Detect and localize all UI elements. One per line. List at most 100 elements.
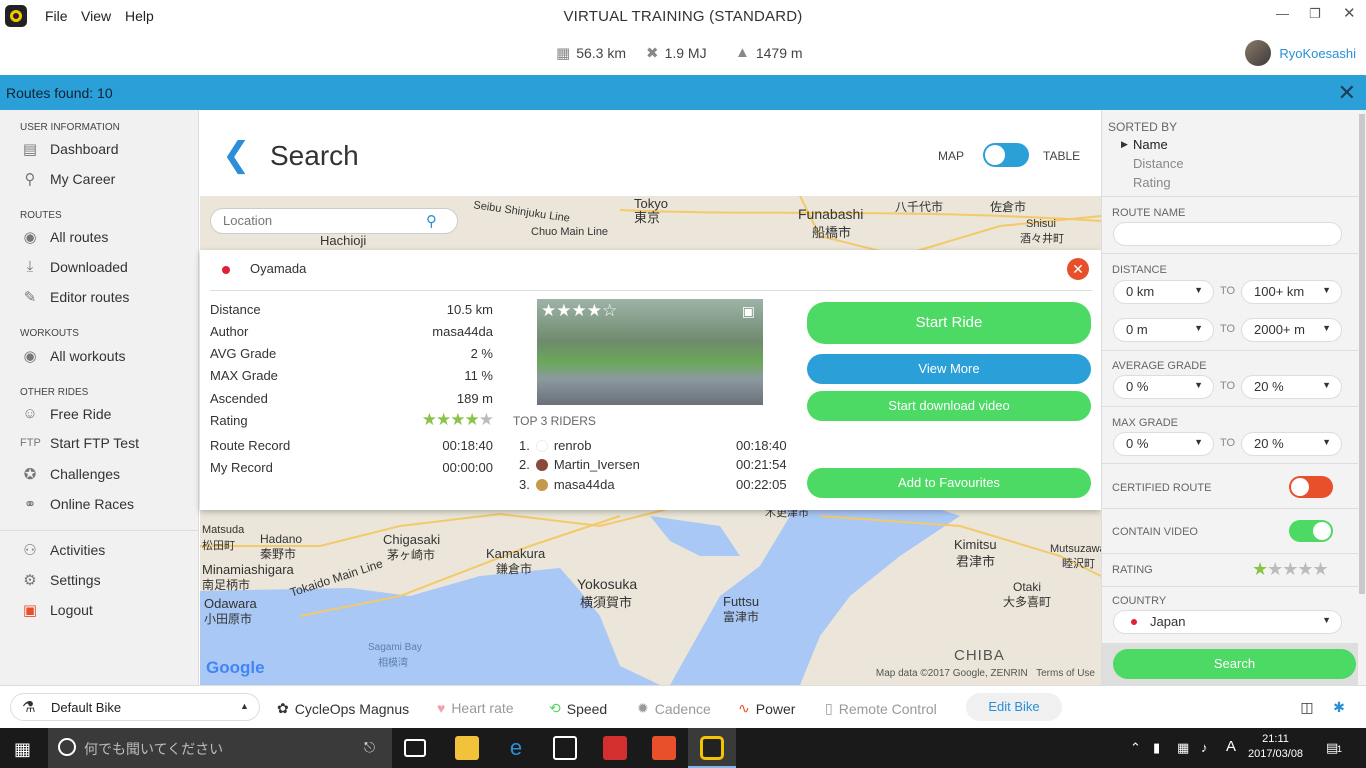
map-label: 相模湾 [378, 658, 408, 669]
sidebar-item-free-ride[interactable]: ☺ Free Ride [20, 405, 111, 422]
distance-from-select[interactable]: 0 km ▼ [1113, 280, 1214, 304]
windows-start-icon[interactable]: ▦ [14, 739, 31, 760]
cadence-device[interactable]: ✹ Cadence [637, 700, 711, 717]
map-label: Yokosuka [577, 576, 638, 592]
trainer-device[interactable]: ✿ CycleOps Magnus [277, 700, 409, 717]
sidebar-item-editor-routes[interactable]: ✎ Editor routes [20, 288, 130, 306]
speed-device[interactable]: ⟲ Speed [549, 700, 607, 717]
close-card-icon[interactable]: ✕ [1067, 258, 1089, 280]
cortana-search[interactable]: 何でも聞いてください [48, 728, 392, 768]
rider-time: 00:18:40 [736, 438, 787, 453]
trainer-icon: ✿ [277, 700, 289, 716]
bicycle-icon: ⚗ [22, 699, 36, 716]
add-favourites-button[interactable]: Add to Favourites [807, 468, 1091, 498]
country-select[interactable]: Japan ▼ [1113, 610, 1342, 634]
max-grade-from-select[interactable]: 0 % ▼ [1113, 432, 1214, 456]
sidebar-item-ftp-test[interactable]: FTP Start FTP Test [20, 435, 139, 451]
sidebar-item-logout[interactable]: ▣ Logout [20, 601, 93, 619]
search-button[interactable]: Search [1113, 649, 1356, 679]
minimize-icon[interactable]: — [1276, 6, 1289, 21]
app-icon-red[interactable] [603, 736, 627, 760]
map-table-toggle[interactable] [983, 143, 1029, 167]
taskbar-active-app[interactable] [688, 728, 736, 768]
table-view-label[interactable]: TABLE [1043, 149, 1080, 163]
sidebar-item-downloaded[interactable]: ⤓ Downloaded [20, 258, 128, 275]
avg-grade-from-select[interactable]: 0 % ▼ [1113, 375, 1214, 399]
ascent-from-select[interactable]: 0 m ▼ [1113, 318, 1214, 342]
microphone-icon[interactable]: ⎋ [364, 739, 375, 756]
sort-option-distance[interactable]: Distance [1133, 156, 1184, 171]
avg-grade-to-select[interactable]: 20 % ▼ [1241, 375, 1342, 399]
dropdown-arrow-icon[interactable]: ▲ [240, 701, 249, 711]
bike-select[interactable]: Default Bike [10, 693, 260, 721]
video-camera-icon: ▣ [741, 303, 755, 319]
map-label: 秦野市 [260, 547, 297, 561]
ascent-to-select[interactable]: 2000+ m ▼ [1241, 318, 1342, 342]
rating-filter-stars[interactable]: ★★★★★ [1252, 559, 1329, 580]
volume-icon[interactable]: ♪ [1201, 740, 1208, 755]
max-grade-to-select[interactable]: 20 % ▼ [1241, 432, 1342, 456]
close-icon[interactable]: ✕ [1338, 80, 1356, 106]
avatar [535, 478, 548, 491]
map-view-label[interactable]: MAP [938, 149, 964, 163]
file-explorer-icon[interactable] [455, 736, 479, 760]
avatar [1245, 40, 1272, 66]
certified-route-toggle[interactable] [1289, 476, 1333, 498]
detail-value: 189 m [456, 391, 493, 406]
map-label: Hachioji [320, 233, 367, 248]
detail-label: AVG Grade [210, 346, 277, 361]
distance-to-select[interactable]: 100+ km ▼ [1241, 280, 1342, 304]
battery-icon[interactable]: ▮ [1153, 740, 1160, 756]
restore-icon[interactable]: ❐ [1309, 6, 1321, 22]
detail-label: Distance [210, 302, 261, 317]
task-view-icon[interactable] [404, 739, 426, 757]
store-icon[interactable] [553, 736, 577, 760]
map-label: 八千代市 [895, 200, 944, 214]
stat-ascent: ▲ 1479 m [735, 44, 803, 61]
no-video-icon[interactable]: ◫ [1296, 696, 1318, 718]
heart-rate-device[interactable]: ♥ Heart rate [437, 700, 514, 716]
route-video-thumbnail[interactable]: ★★★★☆ ▣ [537, 299, 763, 405]
sidebar-item-activities[interactable]: ⚇ Activities [20, 541, 105, 559]
sort-option-rating[interactable]: Rating [1133, 175, 1171, 190]
start-ride-button[interactable]: Start Ride [807, 302, 1091, 344]
title-bar: File View Help VIRTUAL TRAINING (STANDAR… [0, 0, 1366, 75]
map-label: Hadano [260, 532, 303, 546]
sidebar-item-career[interactable]: ⚲ My Career [20, 170, 116, 188]
username[interactable]: RyoKoesashi [1279, 46, 1356, 61]
ime-indicator[interactable]: A [1226, 738, 1236, 755]
sidebar-item-settings[interactable]: ⚙ Settings [20, 571, 100, 589]
chevron-up-icon[interactable]: ⌃ [1130, 740, 1141, 756]
network-icon[interactable]: ▦ [1177, 740, 1189, 756]
sidebar-item-dashboard[interactable]: ▤ Dashboard [20, 140, 119, 158]
close-window-icon[interactable]: ✕ [1343, 4, 1356, 22]
contain-video-toggle[interactable] [1289, 520, 1333, 542]
sort-option-name[interactable]: Name [1133, 137, 1168, 152]
download-video-button[interactable]: Start download video [807, 391, 1091, 421]
map-label: 睦沢町 [1062, 558, 1095, 570]
sidebar-item-online-races[interactable]: ⚭ Online Races [20, 495, 134, 513]
rider-row: 3. masa44da [519, 477, 615, 492]
sidebar-item-all-workouts[interactable]: ◉ All workouts [20, 347, 125, 365]
power-device[interactable]: ∿ Power [738, 700, 795, 717]
edit-bike-button[interactable]: Edit Bike [966, 693, 1062, 721]
scrollbar[interactable] [1358, 110, 1366, 685]
app-icon-orange[interactable] [652, 736, 676, 760]
location-input[interactable]: Location [210, 208, 458, 234]
terms-link[interactable]: Terms of Use [1036, 668, 1095, 679]
clock[interactable]: 21:11 2017/03/08 [1248, 732, 1303, 762]
remote-control-device[interactable]: ▯ Remote Control [825, 700, 937, 717]
search-icon[interactable]: ⚲ [426, 212, 437, 230]
notification-count: 1 [1337, 744, 1343, 754]
rider-row: 2. Martin_Iversen [519, 457, 640, 472]
map-label: Odawara [204, 596, 257, 611]
route-name-input[interactable] [1113, 222, 1342, 246]
bluetooth-icon[interactable]: ✱ [1328, 696, 1350, 718]
user-profile[interactable]: RyoKoesashi [1245, 40, 1356, 66]
sidebar-item-all-routes[interactable]: ◉ All routes [20, 228, 108, 246]
back-arrow-icon[interactable]: ❮ [222, 138, 251, 172]
edge-icon[interactable]: e [504, 736, 528, 760]
view-more-button[interactable]: View More [807, 354, 1091, 384]
sidebar-item-challenges[interactable]: ✪ Challenges [20, 465, 120, 483]
fork-knife-icon: ✖ [646, 45, 659, 62]
